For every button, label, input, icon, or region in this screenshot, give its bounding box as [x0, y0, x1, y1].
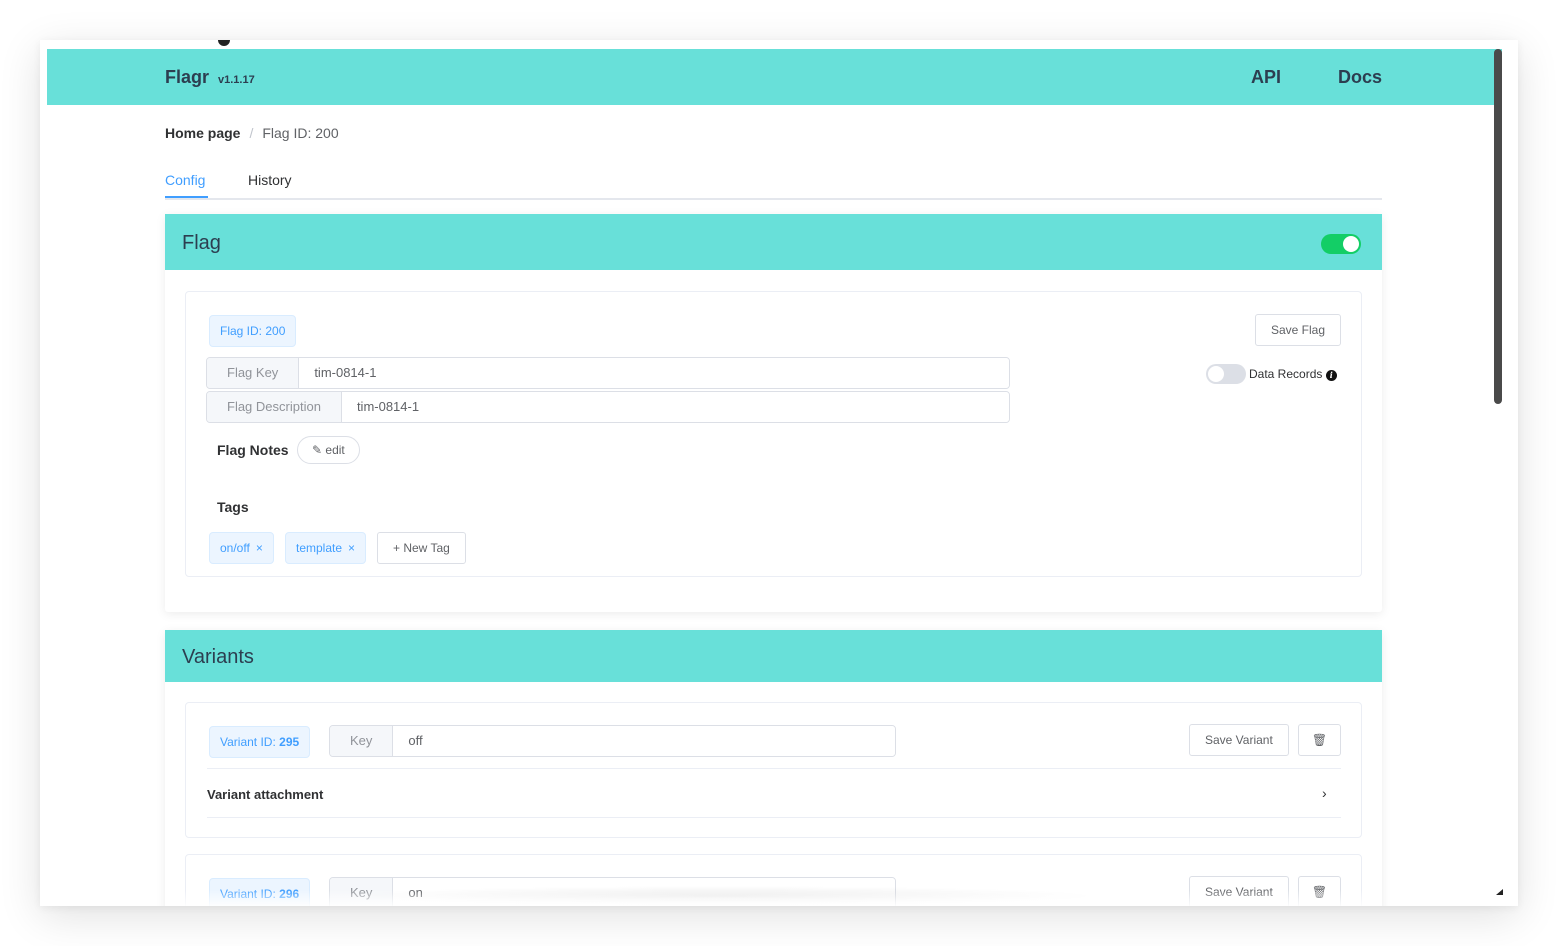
flag-card: Flag Flag ID: 200 Save Flag Data Records… — [165, 214, 1382, 612]
flag-key-label: Flag Key — [207, 358, 300, 388]
chevron-right-icon[interactable]: › — [1322, 785, 1327, 801]
variant-key-label: Key — [330, 878, 394, 906]
flag-card-title: Flag — [182, 232, 221, 254]
flag-settings-panel: Flag ID: 200 Save Flag Data Records i Fl… — [185, 291, 1362, 577]
active-tab-indicator — [165, 196, 208, 198]
flag-description-label: Flag Description — [207, 392, 342, 422]
data-records-text: Data Records — [1249, 367, 1323, 381]
variant-panel: Variant ID: 296 Key Save Variant 🗑 — [185, 854, 1362, 906]
nav-link-docs[interactable]: Docs — [1338, 67, 1382, 88]
variant-panel: Variant ID: 295 Key Save Variant 🗑 Varia… — [185, 702, 1362, 838]
clipped-titlebar — [216, 40, 376, 48]
breadcrumb-separator: / — [249, 125, 254, 141]
vertical-scrollbar[interactable] — [1494, 49, 1502, 404]
data-records-switch[interactable] — [1206, 364, 1246, 384]
flag-notes-label: Flag Notes — [217, 442, 289, 458]
delete-variant-button[interactable]: 🗑 — [1298, 724, 1341, 756]
tags-label: Tags — [217, 499, 249, 515]
breadcrumb: Home page / Flag ID: 200 — [165, 125, 339, 141]
close-icon[interactable]: × — [256, 541, 263, 555]
variant-divider — [207, 768, 1341, 769]
resize-corner-icon[interactable] — [1496, 889, 1503, 895]
variant-attachment-divider — [207, 817, 1341, 818]
trash-icon: 🗑 — [1311, 733, 1328, 747]
variant-id-prefix: Variant ID: — [220, 887, 280, 901]
variant-id-tag: Variant ID: 295 — [209, 726, 311, 758]
flag-description-input[interactable] — [341, 392, 1009, 422]
browser-window: Flagr v1.1.17 API Docs Home page / Flag … — [40, 40, 1518, 906]
tag-label: template — [296, 541, 343, 555]
edit-notes-label: edit — [325, 443, 345, 457]
flag-key-input[interactable] — [299, 358, 1009, 388]
variant-id-tag: Variant ID: 296 — [209, 878, 311, 906]
delete-variant-button[interactable]: 🗑 — [1298, 876, 1341, 906]
breadcrumb-home[interactable]: Home page — [165, 125, 240, 141]
flag-key-field: Flag Key — [206, 357, 1010, 389]
tag-item: on/off × — [209, 532, 274, 564]
breadcrumb-current: Flag ID: 200 — [262, 125, 339, 141]
brand[interactable]: Flagr v1.1.17 — [165, 67, 255, 88]
flag-card-header: Flag — [165, 214, 1382, 270]
variant-key-input[interactable] — [393, 726, 895, 756]
brand-version: v1.1.17 — [218, 74, 255, 86]
save-variant-button[interactable]: Save Variant — [1189, 724, 1289, 756]
variant-id-prefix: Variant ID: — [220, 735, 280, 749]
flag-enabled-switch[interactable] — [1321, 234, 1361, 254]
info-icon[interactable]: i — [1325, 370, 1337, 381]
flag-description-field: Flag Description — [206, 391, 1010, 423]
close-icon[interactable]: × — [348, 541, 355, 555]
save-variant-button[interactable]: Save Variant — [1189, 876, 1289, 906]
variant-id-number: 296 — [279, 887, 300, 901]
nav-link-api[interactable]: API — [1251, 67, 1281, 88]
tag-item: template × — [285, 532, 367, 564]
variant-id-number: 295 — [279, 735, 300, 749]
variant-key-input[interactable] — [393, 878, 895, 906]
new-tag-button[interactable]: + New Tag — [377, 532, 466, 564]
window-dot-icon — [218, 40, 230, 46]
tab-bar: Config History — [165, 160, 1382, 200]
variant-key-field: Key — [329, 877, 896, 906]
pencil-icon: ✎ — [312, 443, 323, 457]
data-records-label: Data Records i — [1249, 367, 1337, 381]
variants-card-header: Variants — [165, 630, 1382, 682]
nav-links: API Docs — [1251, 67, 1382, 88]
variants-card: Variants Variant ID: 295 Key Save Varian… — [165, 630, 1382, 906]
variant-attachment-toggle[interactable]: Variant attachment — [207, 787, 323, 802]
tab-history[interactable]: History — [248, 172, 292, 188]
variants-card-title: Variants — [182, 646, 254, 668]
save-flag-button[interactable]: Save Flag — [1255, 314, 1342, 346]
top-navbar: Flagr v1.1.17 API Docs — [47, 49, 1502, 105]
variant-key-label: Key — [330, 726, 394, 756]
tab-config[interactable]: Config — [165, 172, 205, 188]
edit-notes-button[interactable]: ✎ edit — [297, 436, 360, 464]
flag-id-tag: Flag ID: 200 — [209, 315, 297, 347]
variant-key-field: Key — [329, 725, 896, 757]
trash-icon: 🗑 — [1311, 885, 1328, 899]
tag-label: on/off — [220, 541, 250, 555]
brand-name: Flagr — [165, 67, 210, 87]
